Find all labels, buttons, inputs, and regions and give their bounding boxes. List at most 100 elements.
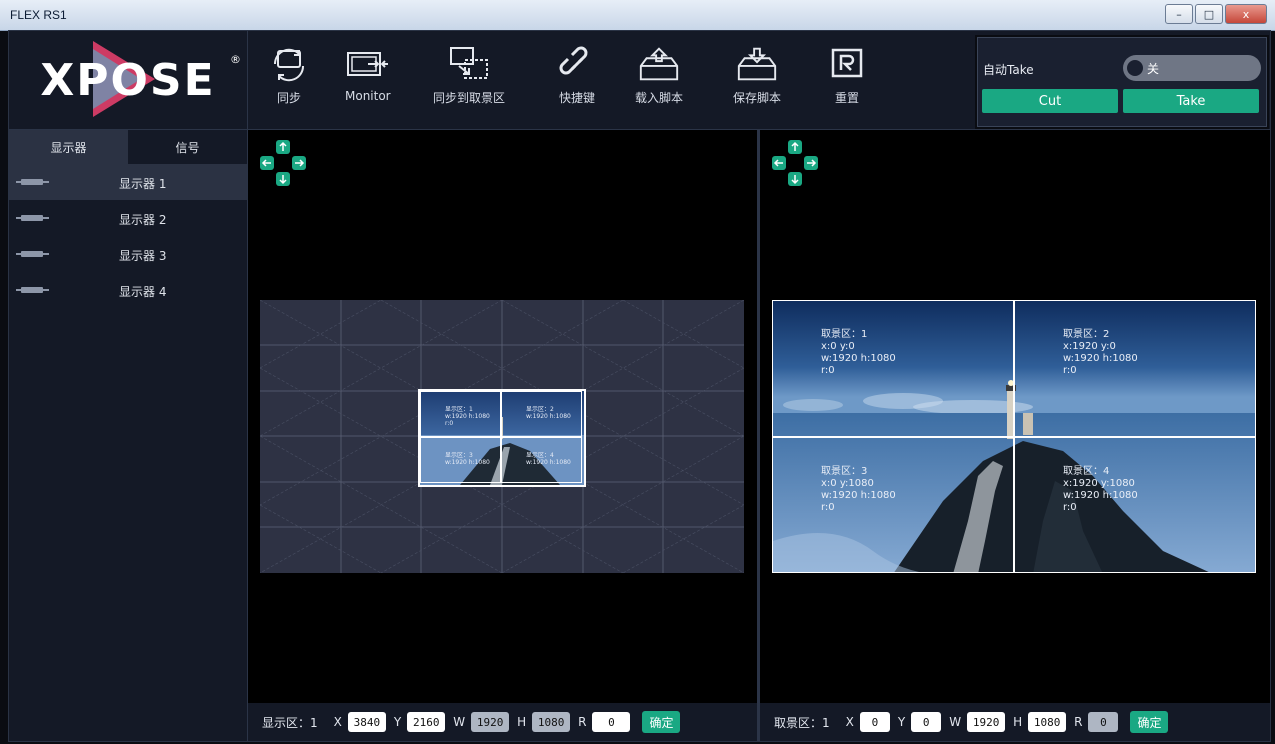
display-cell-2[interactable]: 显示区：2 w:1920 h:1080 [501,391,582,437]
cut-button[interactable]: Cut [982,89,1118,113]
h-label: H [1013,715,1023,729]
capture-canvas[interactable]: 取景区：1 x:0 y:0 w:1920 h:1080 r:0 取景区：2 x:1920… [772,300,1256,573]
capture-cell-text: 取景区：1 x:0 y:0 w:1920 h:1080 r:0 [821,329,896,376]
reset-label: 重置 [834,91,859,105]
save-script-button[interactable]: 保存脚本 [733,41,781,121]
take-button[interactable]: Take [1123,89,1259,113]
sidebar-item-display-2[interactable]: 显示器 2 [9,200,247,236]
x-label: X [333,715,342,729]
direction-pad-icon[interactable] [770,138,820,188]
display-cell-4[interactable]: 显示区：4 w:1920 h:1080 [501,437,582,483]
monitor-button[interactable]: Monitor [345,41,391,121]
sync-to-capture-icon [447,41,491,87]
registered-mark: ® [230,53,241,66]
w-label: W [453,715,466,729]
sidebar-item-display-4[interactable]: 显示器 4 [9,272,247,308]
sync-to-capture-button[interactable]: 同步到取景区 [433,41,505,121]
sync-to-capture-label: 同步到取景区 [433,91,506,105]
display-properties-bar: 显示区：1 X 3840 Y 2160 W 1920 H 1080 R 0 确定 [248,703,757,741]
display-cell-1[interactable]: 显示区：1 w:1920 h:1080 r:0 [420,391,501,437]
x-label: X [845,715,854,729]
capture-r-input[interactable]: 0 [1088,712,1119,732]
sidebar-item-label: 显示器 4 [119,285,167,299]
app-window: XPOSE ® 同步 Monitor 同步到取景区 快捷键 载入脚本 保存脚本 … [8,30,1271,742]
display-w-input[interactable]: 1920 [471,712,510,732]
capture-cell-4[interactable]: 取景区：4 x:1920 y:1080 w:1920 h:1080 r:0 [1015,438,1255,572]
capture-h-input[interactable]: 1080 [1028,712,1067,732]
display-layout-pane[interactable]: 显示区：1 w:1920 h:1080 r:0 显示区：2 w:1920 h:1080… [248,130,757,703]
sync-button[interactable]: 同步 [267,41,311,121]
load-script-button[interactable]: 载入脚本 [635,41,683,121]
window-controls: – □ x [1165,4,1267,24]
monitor-label: Monitor [345,89,391,103]
auto-take-toggle[interactable]: 关 [1123,55,1261,81]
r-label: R [578,715,587,729]
sync-icon [267,41,311,87]
connector-icon [16,215,49,221]
link-icon [555,41,599,87]
sidebar-item-label: 显示器 3 [119,249,167,263]
brand-logo: XPOSE ® [9,31,248,129]
capture-cell-3[interactable]: 取景区：3 x:0 y:1080 w:1920 h:1080 r:0 [773,438,1015,572]
window-titlebar: FLEX RS1 – □ x [0,0,1275,31]
capture-properties-bar: 取景区：1 X 0 Y 0 W 1920 H 1080 R 0 确定 [760,703,1270,741]
sidebar-item-label: 显示器 2 [119,213,167,227]
connector-icon [16,287,49,293]
capture-layout-pane[interactable]: 取景区：1 x:0 y:0 w:1920 h:1080 r:0 取景区：2 x:1920… [760,130,1270,703]
display-cell-text: 显示区：1 w:1920 h:1080 r:0 [445,406,490,427]
display-cell-text: 显示区：2 w:1920 h:1080 [526,406,571,420]
display-canvas[interactable]: 显示区：1 w:1920 h:1080 r:0 显示区：2 w:1920 h:1080… [260,300,744,573]
display-zone-label: 显示区：1 [262,715,318,730]
load-script-icon [637,41,681,87]
capture-w-input[interactable]: 1920 [967,712,1006,732]
sidebar: 显示器 信号 显示器 1 显示器 2 显示器 3 显示器 4 [9,130,248,741]
display-y-input[interactable]: 2160 [407,712,446,732]
y-label: Y [393,715,402,729]
capture-confirm-button[interactable]: 确定 [1130,711,1169,733]
close-button[interactable]: x [1225,4,1267,24]
direction-pad-icon[interactable] [258,138,308,188]
shortcut-button[interactable]: 快捷键 [555,41,599,121]
r-label: R [1074,715,1083,729]
display-wall-preview[interactable]: 显示区：1 w:1920 h:1080 r:0 显示区：2 w:1920 h:1080… [418,389,586,487]
reset-icon [825,41,869,87]
capture-cell-2[interactable]: 取景区：2 x:1920 y:0 w:1920 h:1080 r:0 [1015,301,1255,438]
sidebar-item-display-3[interactable]: 显示器 3 [9,236,247,272]
capture-cell-1[interactable]: 取景区：1 x:0 y:0 w:1920 h:1080 r:0 [773,301,1015,438]
capture-zone-label: 取景区：1 [774,715,830,730]
display-r-input[interactable]: 0 [592,712,631,732]
auto-take-label: 自动Take [983,63,1034,77]
connector-icon [16,179,49,185]
save-script-icon [735,41,779,87]
capture-y-input[interactable]: 0 [911,712,942,732]
shortcut-label: 快捷键 [558,91,595,105]
load-script-label: 载入脚本 [635,91,684,105]
capture-x-input[interactable]: 0 [859,712,890,732]
sync-label: 同步 [276,91,301,105]
connector-icon [16,251,49,257]
display-h-input[interactable]: 1080 [532,712,571,732]
save-script-label: 保存脚本 [733,91,782,105]
sidebar-item-display-1[interactable]: 显示器 1 [9,164,247,200]
display-x-input[interactable]: 3840 [347,712,386,732]
minimize-button[interactable]: – [1165,4,1193,24]
logo-text: XPOSE [40,54,216,106]
y-label: Y [897,715,906,729]
display-cell-text: 显示区：3 w:1920 h:1080 [445,452,490,466]
toggle-state-label: 关 [1147,62,1160,76]
take-panel: 自动Take 关 Cut Take [975,35,1269,129]
w-label: W [949,715,962,729]
window-title: FLEX RS1 [10,8,67,22]
h-label: H [517,715,527,729]
display-cell-3[interactable]: 显示区：3 w:1920 h:1080 [420,437,501,483]
maximize-button[interactable]: □ [1195,4,1223,24]
display-cell-text: 显示区：4 w:1920 h:1080 [526,452,571,466]
tab-displays[interactable]: 显示器 [9,130,128,164]
display-confirm-button[interactable]: 确定 [642,711,681,733]
reset-button[interactable]: 重置 [825,41,869,121]
capture-cell-text: 取景区：4 x:1920 y:1080 w:1920 h:1080 r:0 [1063,466,1138,513]
capture-cell-text: 取景区：3 x:0 y:1080 w:1920 h:1080 r:0 [821,466,896,513]
capture-cell-text: 取景区：2 x:1920 y:0 w:1920 h:1080 r:0 [1063,329,1138,376]
tab-signals[interactable]: 信号 [128,130,247,164]
sidebar-item-label: 显示器 1 [119,177,167,191]
